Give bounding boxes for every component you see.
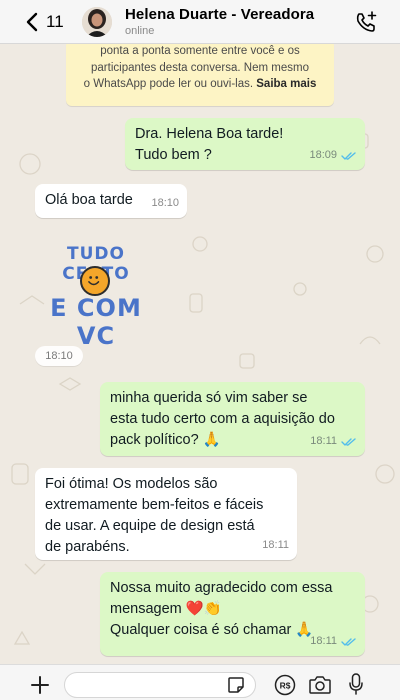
message-bubble-outgoing[interactable]: minha querida só vim saber se esta tudo … bbox=[100, 382, 365, 456]
contact-name: Helena Duarte - Vereadora bbox=[125, 6, 315, 23]
message-meta: 18:11 bbox=[310, 431, 357, 452]
message-text: extremamente bem-feitos e fáceis bbox=[45, 497, 264, 513]
chat-area[interactable]: ponta a ponta somente entre você e os pa… bbox=[0, 44, 400, 664]
message-text: Dra. Helena Boa tarde! bbox=[135, 126, 284, 142]
avatar-portrait bbox=[82, 6, 112, 37]
message-bubble-incoming[interactable]: Foi ótima! Os modelos são extremamente b… bbox=[35, 468, 297, 560]
message-text: de usar. A equipe de design está bbox=[45, 518, 255, 534]
sticker-icon[interactable] bbox=[227, 676, 245, 694]
message-text: Nossa muito agradecido com essa bbox=[110, 580, 333, 596]
chevron-left-icon bbox=[26, 12, 38, 31]
plus-icon[interactable] bbox=[30, 675, 50, 695]
encryption-notice[interactable]: ponta a ponta somente entre você e os pa… bbox=[66, 44, 334, 106]
read-receipt-icon bbox=[341, 437, 356, 446]
learn-more-link[interactable]: Saiba mais bbox=[256, 78, 316, 90]
message-time: 18:10 bbox=[151, 197, 179, 209]
message-text: esta tudo certo com a aquisição do bbox=[110, 411, 335, 427]
chat-header: 11 Helena Duarte - Vereadora online bbox=[0, 0, 400, 44]
message-time: 18:11 bbox=[310, 635, 337, 647]
notice-line: ponta a ponta somente entre você e os bbox=[100, 45, 300, 57]
smiley-icon bbox=[80, 266, 110, 296]
message-text: mensagem ❤️👏 bbox=[110, 601, 222, 617]
message-bubble-outgoing[interactable]: Nossa muito agradecido com essa mensagem… bbox=[100, 572, 365, 656]
unread-count: 11 bbox=[46, 11, 64, 31]
message-text: minha querida só vim saber se bbox=[110, 390, 308, 406]
contact-info[interactable]: Helena Duarte - Vereadora online bbox=[125, 6, 314, 37]
add-call-icon[interactable] bbox=[354, 10, 378, 34]
message-time: 18:11 bbox=[262, 539, 289, 551]
read-receipt-icon bbox=[341, 151, 356, 160]
message-meta: 18:10 bbox=[151, 193, 179, 214]
message-meta: 18:09 bbox=[309, 145, 357, 166]
message-text: Foi ótima! Os modelos são bbox=[45, 476, 218, 492]
notice-line: participantes desta conversa. Nem mesmo bbox=[91, 61, 309, 74]
back-button[interactable]: 11 bbox=[26, 0, 74, 44]
notice-line-text: o WhatsApp pode ler ou ouvi-las. bbox=[83, 78, 254, 90]
message-meta: 18:11 bbox=[262, 535, 289, 556]
message-bubble-incoming[interactable]: Olá boa tarde 18:10 bbox=[35, 184, 187, 218]
message-bubble-outgoing[interactable]: Dra. Helena Boa tarde! Tudo bem ? 18:09 bbox=[125, 118, 365, 170]
message-meta: 18:11 bbox=[310, 631, 357, 652]
message-text: de parabéns. bbox=[45, 539, 130, 555]
contact-status: online bbox=[125, 25, 155, 37]
avatar[interactable] bbox=[82, 6, 112, 37]
sticker-message[interactable]: TUDO CERTO E COM VC bbox=[32, 244, 160, 350]
svg-text:R$: R$ bbox=[280, 681, 291, 691]
camera-icon[interactable] bbox=[308, 674, 332, 696]
notice-line: o WhatsApp pode ler ou ouvi-las. Saiba m… bbox=[76, 76, 324, 93]
message-time: 18:09 bbox=[309, 149, 337, 161]
message-input-bar: R$ bbox=[0, 664, 400, 700]
sticker-text: E COM VC bbox=[50, 294, 142, 350]
message-time: 18:11 bbox=[310, 435, 337, 447]
payment-icon[interactable]: R$ bbox=[274, 674, 296, 696]
read-receipt-icon bbox=[341, 637, 356, 646]
microphone-icon[interactable] bbox=[348, 672, 364, 696]
sticker-time: 18:10 bbox=[35, 346, 83, 366]
